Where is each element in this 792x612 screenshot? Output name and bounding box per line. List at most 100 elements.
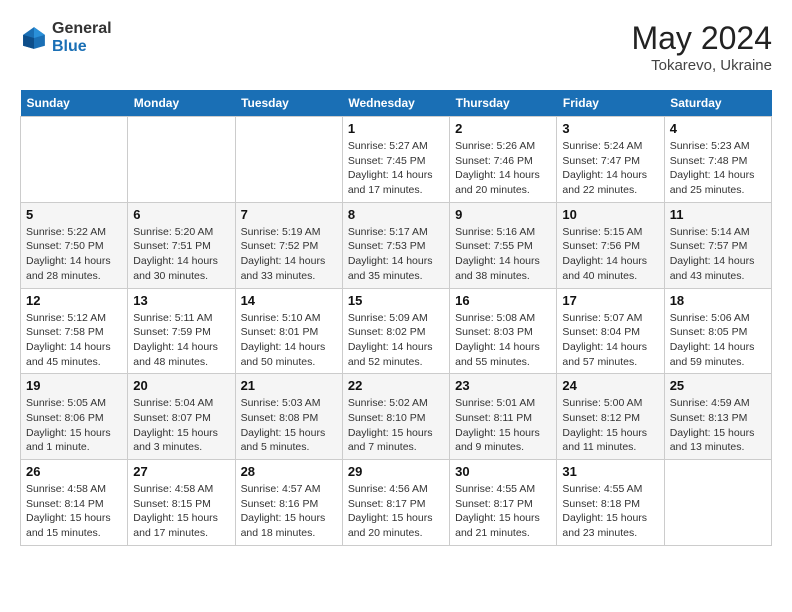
calendar-cell: 22 Sunrise: 5:02 AM Sunset: 8:10 PM Dayli… bbox=[342, 374, 449, 460]
day-number: 15 bbox=[348, 293, 444, 308]
day-number: 9 bbox=[455, 207, 551, 222]
location: Tokarevo, Ukraine bbox=[631, 57, 772, 74]
day-number: 21 bbox=[241, 378, 337, 393]
day-info: Sunrise: 5:26 AM Sunset: 7:46 PM Dayligh… bbox=[455, 139, 551, 198]
day-number: 22 bbox=[348, 378, 444, 393]
calendar-cell: 21 Sunrise: 5:03 AM Sunset: 8:08 PM Dayli… bbox=[235, 374, 342, 460]
day-info: Sunrise: 4:59 AM Sunset: 8:13 PM Dayligh… bbox=[670, 396, 766, 455]
calendar-cell: 25Sunrise: 4:59 AM Sunset: 8:13 PM Dayli… bbox=[664, 374, 771, 460]
calendar-cell bbox=[235, 117, 342, 203]
day-number: 2 bbox=[455, 121, 551, 136]
logo-blue-text: Blue bbox=[52, 38, 112, 56]
day-info: Sunrise: 5:27 AM Sunset: 7:45 PM Dayligh… bbox=[348, 139, 444, 198]
calendar-cell: 14 Sunrise: 5:10 AM Sunset: 8:01 PM Dayli… bbox=[235, 288, 342, 374]
day-info: Sunrise: 4:57 AM Sunset: 8:16 PM Dayligh… bbox=[241, 482, 337, 541]
calendar-cell: 23 Sunrise: 5:01 AM Sunset: 8:11 PM Dayli… bbox=[450, 374, 557, 460]
calendar-cell: 30Sunrise: 4:55 AM Sunset: 8:17 PM Dayli… bbox=[450, 460, 557, 546]
day-number: 17 bbox=[562, 293, 658, 308]
calendar-cell: 19 Sunrise: 5:05 AM Sunset: 8:06 PM Dayli… bbox=[21, 374, 128, 460]
day-info: Sunrise: 4:55 AM Sunset: 8:18 PM Dayligh… bbox=[562, 482, 658, 541]
day-info: Sunrise: 5:15 AM Sunset: 7:56 PM Dayligh… bbox=[562, 225, 658, 284]
calendar-cell: 31 Sunrise: 4:55 AM Sunset: 8:18 PM Dayli… bbox=[557, 460, 664, 546]
calendar-week-1: 1 Sunrise: 5:27 AM Sunset: 7:45 PM Daylig… bbox=[21, 117, 772, 203]
day-info: Sunrise: 5:04 AM Sunset: 8:07 PM Dayligh… bbox=[133, 396, 229, 455]
calendar-body: 1 Sunrise: 5:27 AM Sunset: 7:45 PM Daylig… bbox=[21, 117, 772, 546]
day-info: Sunrise: 5:19 AM Sunset: 7:52 PM Dayligh… bbox=[241, 225, 337, 284]
day-info: Sunrise: 5:00 AM Sunset: 8:12 PM Dayligh… bbox=[562, 396, 658, 455]
calendar-cell: 7Sunrise: 5:19 AM Sunset: 7:52 PM Daylig… bbox=[235, 202, 342, 288]
calendar-cell: 10 Sunrise: 5:15 AM Sunset: 7:56 PM Dayli… bbox=[557, 202, 664, 288]
day-number: 8 bbox=[348, 207, 444, 222]
day-info: Sunrise: 5:14 AM Sunset: 7:57 PM Dayligh… bbox=[670, 225, 766, 284]
weekday-header-tuesday: Tuesday bbox=[235, 90, 342, 117]
calendar-cell: 4Sunrise: 5:23 AM Sunset: 7:48 PM Daylig… bbox=[664, 117, 771, 203]
calendar-cell: 12 Sunrise: 5:12 AM Sunset: 7:58 PM Dayli… bbox=[21, 288, 128, 374]
calendar-week-5: 26Sunrise: 4:58 AM Sunset: 8:14 PM Dayli… bbox=[21, 460, 772, 546]
calendar-cell: 9 Sunrise: 5:16 AM Sunset: 7:55 PM Daylig… bbox=[450, 202, 557, 288]
day-info: Sunrise: 5:05 AM Sunset: 8:06 PM Dayligh… bbox=[26, 396, 122, 455]
day-info: Sunrise: 5:23 AM Sunset: 7:48 PM Dayligh… bbox=[670, 139, 766, 198]
day-info: Sunrise: 5:01 AM Sunset: 8:11 PM Dayligh… bbox=[455, 396, 551, 455]
day-number: 28 bbox=[241, 464, 337, 479]
calendar-cell: 11Sunrise: 5:14 AM Sunset: 7:57 PM Dayli… bbox=[664, 202, 771, 288]
weekday-row: SundayMondayTuesdayWednesdayThursdayFrid… bbox=[21, 90, 772, 117]
calendar-header: SundayMondayTuesdayWednesdayThursdayFrid… bbox=[21, 90, 772, 117]
calendar-cell: 28 Sunrise: 4:57 AM Sunset: 8:16 PM Dayli… bbox=[235, 460, 342, 546]
day-number: 18 bbox=[670, 293, 766, 308]
calendar-cell: 1 Sunrise: 5:27 AM Sunset: 7:45 PM Daylig… bbox=[342, 117, 449, 203]
day-info: Sunrise: 5:10 AM Sunset: 8:01 PM Dayligh… bbox=[241, 311, 337, 370]
day-number: 12 bbox=[26, 293, 122, 308]
day-info: Sunrise: 5:11 AM Sunset: 7:59 PM Dayligh… bbox=[133, 311, 229, 370]
calendar-cell: 8 Sunrise: 5:17 AM Sunset: 7:53 PM Daylig… bbox=[342, 202, 449, 288]
weekday-header-thursday: Thursday bbox=[450, 90, 557, 117]
day-number: 10 bbox=[562, 207, 658, 222]
calendar-cell: 20 Sunrise: 5:04 AM Sunset: 8:07 PM Dayli… bbox=[128, 374, 235, 460]
logo-text: General Blue bbox=[52, 20, 112, 55]
day-info: Sunrise: 5:09 AM Sunset: 8:02 PM Dayligh… bbox=[348, 311, 444, 370]
weekday-header-friday: Friday bbox=[557, 90, 664, 117]
title-block: May 2024 Tokarevo, Ukraine bbox=[631, 20, 772, 74]
calendar-cell: 5 Sunrise: 5:22 AM Sunset: 7:50 PM Daylig… bbox=[21, 202, 128, 288]
day-info: Sunrise: 5:24 AM Sunset: 7:47 PM Dayligh… bbox=[562, 139, 658, 198]
calendar-cell bbox=[664, 460, 771, 546]
day-info: Sunrise: 5:17 AM Sunset: 7:53 PM Dayligh… bbox=[348, 225, 444, 284]
day-info: Sunrise: 5:12 AM Sunset: 7:58 PM Dayligh… bbox=[26, 311, 122, 370]
day-info: Sunrise: 5:22 AM Sunset: 7:50 PM Dayligh… bbox=[26, 225, 122, 284]
calendar-cell: 27Sunrise: 4:58 AM Sunset: 8:15 PM Dayli… bbox=[128, 460, 235, 546]
day-number: 14 bbox=[241, 293, 337, 308]
day-info: Sunrise: 5:07 AM Sunset: 8:04 PM Dayligh… bbox=[562, 311, 658, 370]
weekday-header-monday: Monday bbox=[128, 90, 235, 117]
calendar-cell: 13Sunrise: 5:11 AM Sunset: 7:59 PM Dayli… bbox=[128, 288, 235, 374]
calendar-cell: 24Sunrise: 5:00 AM Sunset: 8:12 PM Dayli… bbox=[557, 374, 664, 460]
month-year: May 2024 bbox=[631, 20, 772, 57]
day-number: 5 bbox=[26, 207, 122, 222]
calendar-cell: 17 Sunrise: 5:07 AM Sunset: 8:04 PM Dayli… bbox=[557, 288, 664, 374]
calendar-cell: 26Sunrise: 4:58 AM Sunset: 8:14 PM Dayli… bbox=[21, 460, 128, 546]
calendar-week-2: 5 Sunrise: 5:22 AM Sunset: 7:50 PM Daylig… bbox=[21, 202, 772, 288]
day-info: Sunrise: 5:16 AM Sunset: 7:55 PM Dayligh… bbox=[455, 225, 551, 284]
weekday-header-saturday: Saturday bbox=[664, 90, 771, 117]
day-number: 19 bbox=[26, 378, 122, 393]
day-number: 20 bbox=[133, 378, 229, 393]
calendar-cell: 15 Sunrise: 5:09 AM Sunset: 8:02 PM Dayli… bbox=[342, 288, 449, 374]
day-info: Sunrise: 5:06 AM Sunset: 8:05 PM Dayligh… bbox=[670, 311, 766, 370]
day-number: 31 bbox=[562, 464, 658, 479]
logo-icon bbox=[20, 24, 48, 52]
day-number: 1 bbox=[348, 121, 444, 136]
logo: General Blue bbox=[20, 20, 112, 55]
day-number: 16 bbox=[455, 293, 551, 308]
day-info: Sunrise: 4:56 AM Sunset: 8:17 PM Dayligh… bbox=[348, 482, 444, 541]
day-info: Sunrise: 4:58 AM Sunset: 8:15 PM Dayligh… bbox=[133, 482, 229, 541]
day-info: Sunrise: 5:02 AM Sunset: 8:10 PM Dayligh… bbox=[348, 396, 444, 455]
calendar-cell: 29Sunrise: 4:56 AM Sunset: 8:17 PM Dayli… bbox=[342, 460, 449, 546]
day-info: Sunrise: 5:03 AM Sunset: 8:08 PM Dayligh… bbox=[241, 396, 337, 455]
logo-general-text: General bbox=[52, 20, 112, 38]
day-number: 30 bbox=[455, 464, 551, 479]
day-number: 3 bbox=[562, 121, 658, 136]
calendar-week-3: 12 Sunrise: 5:12 AM Sunset: 7:58 PM Dayli… bbox=[21, 288, 772, 374]
calendar-cell: 16 Sunrise: 5:08 AM Sunset: 8:03 PM Dayli… bbox=[450, 288, 557, 374]
calendar-week-4: 19 Sunrise: 5:05 AM Sunset: 8:06 PM Dayli… bbox=[21, 374, 772, 460]
day-number: 23 bbox=[455, 378, 551, 393]
day-info: Sunrise: 5:08 AM Sunset: 8:03 PM Dayligh… bbox=[455, 311, 551, 370]
calendar-cell: 18 Sunrise: 5:06 AM Sunset: 8:05 PM Dayli… bbox=[664, 288, 771, 374]
